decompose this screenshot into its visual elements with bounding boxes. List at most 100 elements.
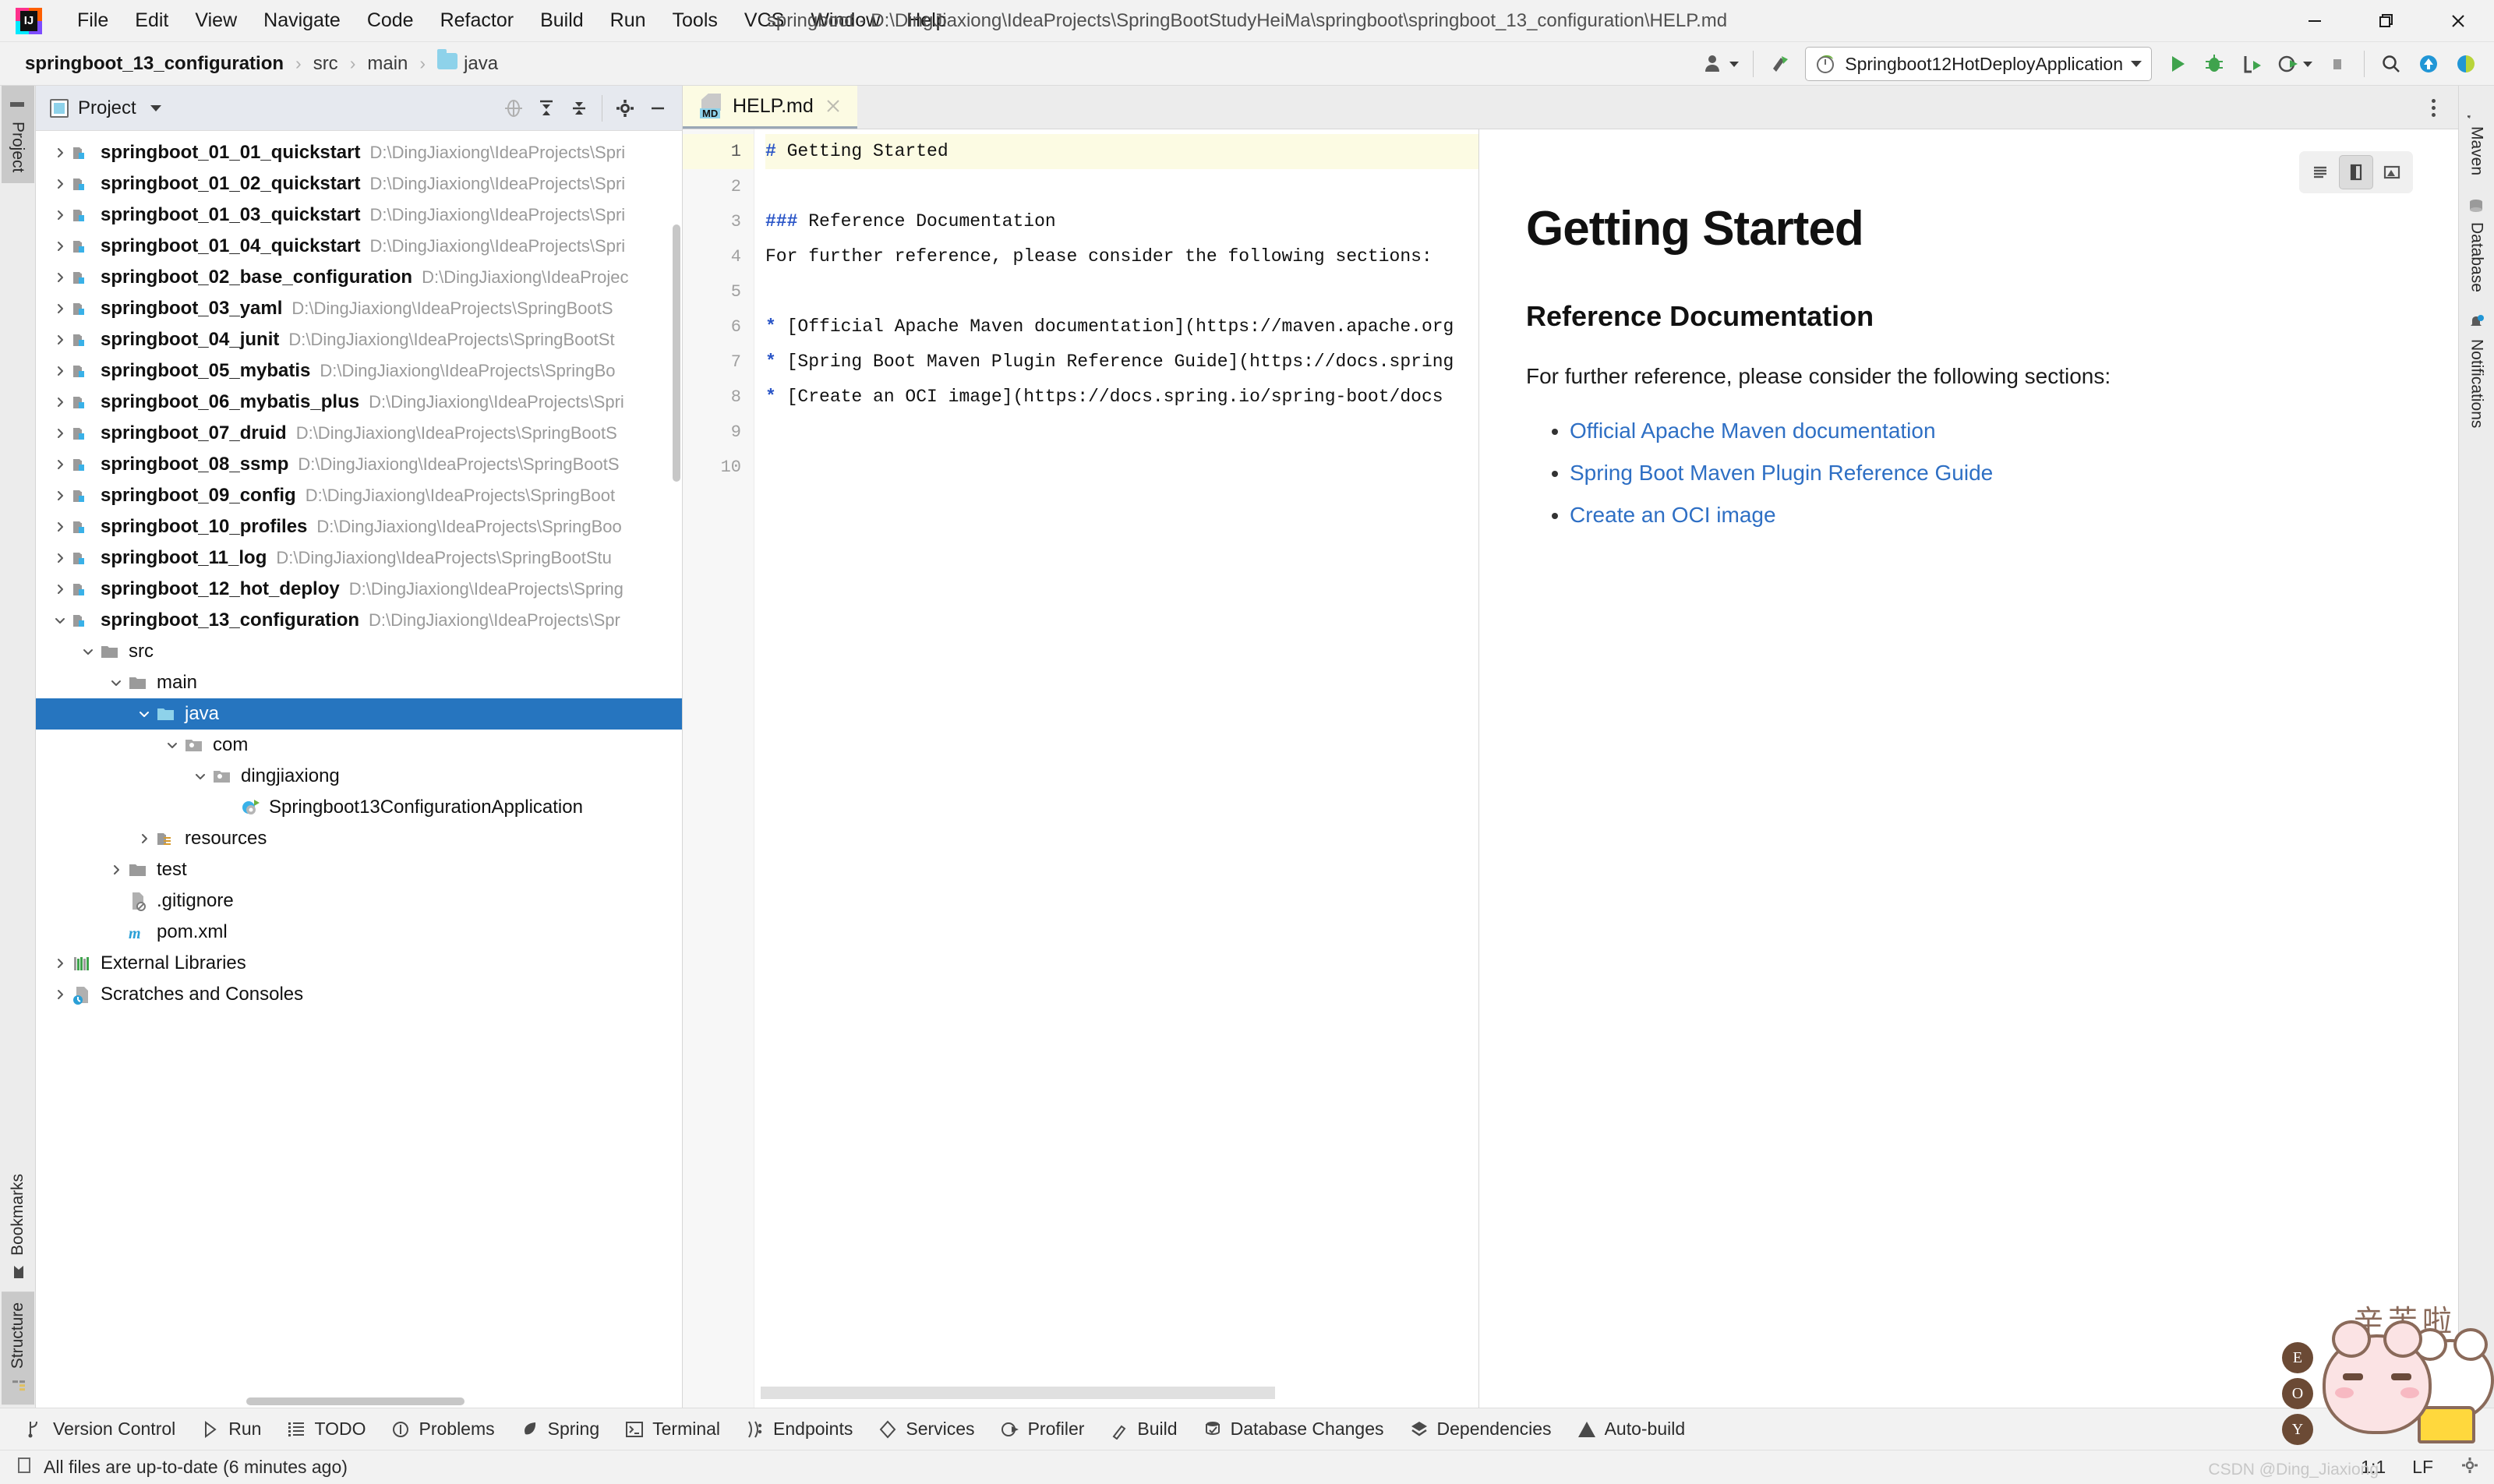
chevron-right-icon[interactable] — [50, 519, 70, 535]
tree-node-springboot-03-yaml[interactable]: springboot_03_yaml D:\DingJiaxiong\IdeaPr… — [36, 293, 682, 324]
toolwindow-button-services[interactable]: Services — [867, 1414, 985, 1444]
chevron-down-icon[interactable] — [78, 644, 98, 659]
options-gear-icon[interactable] — [609, 92, 641, 125]
hide-panel-button[interactable] — [641, 92, 674, 125]
tree-node-springboot-01-04-quickstart[interactable]: springboot_01_04_quickstart D:\DingJiaxio… — [36, 231, 682, 262]
sidebar-item-database[interactable]: Database — [2460, 186, 2493, 303]
run-configuration-selector[interactable]: Springboot12HotDeployApplication — [1805, 47, 2152, 81]
tree-node-springboot-01-01-quickstart[interactable]: springboot_01_01_quickstart D:\DingJiaxio… — [36, 137, 682, 168]
toolwindow-button-terminal[interactable]: Terminal — [613, 1414, 731, 1444]
toolwindow-button-problems[interactable]: Problems — [380, 1414, 505, 1444]
code-line[interactable] — [765, 169, 1478, 204]
toolwindow-button-auto-build[interactable]: Auto-build — [1566, 1414, 1697, 1444]
code-line[interactable]: # Getting Started — [765, 134, 1478, 169]
tree-node-resources[interactable]: resources — [36, 823, 682, 854]
sidebar-item-bookmarks[interactable]: Bookmarks — [2, 1163, 34, 1291]
tree-node-springboot-08-ssmp[interactable]: springboot_08_ssmp D:\DingJiaxiong\IdeaPr… — [36, 449, 682, 480]
run-with-coverage-button[interactable] — [2234, 47, 2269, 81]
tree-node-main[interactable]: main — [36, 667, 682, 698]
tree-node-springboot-07-druid[interactable]: springboot_07_druid D:\DingJiaxiong\IdeaP… — [36, 418, 682, 449]
tree-node-com[interactable]: com — [36, 730, 682, 761]
select-opened-file-button[interactable] — [497, 92, 530, 125]
run-button[interactable] — [2160, 47, 2194, 81]
tree-node-scratches-and-consoles[interactable]: Scratches and Consoles — [36, 979, 682, 1010]
tree-node-pom-xml[interactable]: m pom.xml — [36, 917, 682, 948]
code-line[interactable]: * [Spring Boot Maven Plugin Reference Gu… — [765, 344, 1478, 380]
code-line[interactable]: * [Official Apache Maven documentation](… — [765, 309, 1478, 344]
tree-node-external-libraries[interactable]: External Libraries — [36, 948, 682, 979]
tree-node-springboot-02-base-configuration[interactable]: springboot_02_base_configuration D:\DingJ… — [36, 262, 682, 293]
chevron-right-icon[interactable] — [50, 270, 70, 285]
tree-vertical-scrollbar[interactable] — [673, 224, 680, 482]
tree-node-springboot-13-configuration[interactable]: springboot_13_configuration D:\DingJiaxio… — [36, 605, 682, 636]
breadcrumb-item-java[interactable]: java — [431, 48, 504, 77]
toolwindow-button-database-changes[interactable]: Database Changes — [1192, 1414, 1395, 1444]
toolwindow-button-profiler[interactable]: Profiler — [989, 1414, 1096, 1444]
tree-node-java[interactable]: java — [36, 698, 682, 730]
sidebar-item-structure[interactable]: Structure — [1, 1291, 34, 1404]
chevron-right-icon[interactable] — [50, 301, 70, 316]
chevron-right-icon[interactable] — [50, 457, 70, 472]
tree-node-springboot-06-mybatis-plus[interactable]: springboot_06_mybatis_plus D:\DingJiaxion… — [36, 387, 682, 418]
chevron-down-icon[interactable] — [50, 613, 70, 628]
sidebar-item-maven[interactable]: m Maven — [2460, 90, 2493, 186]
updates-button[interactable] — [2411, 47, 2446, 81]
code-line[interactable] — [765, 415, 1478, 450]
tree-horizontal-scrollbar[interactable] — [36, 1397, 682, 1408]
preview-link[interactable]: Spring Boot Maven Plugin Reference Guide — [1570, 461, 2411, 486]
tree-node--gitignore[interactable]: .gitignore — [36, 885, 682, 917]
settings-sync-icon[interactable] — [2449, 47, 2483, 81]
code-line[interactable]: * [Create an OCI image](https://docs.spr… — [765, 380, 1478, 415]
menu-tools[interactable]: Tools — [659, 5, 731, 37]
caret-position[interactable]: 1:1 — [2361, 1457, 2386, 1478]
menu-edit[interactable]: Edit — [122, 5, 182, 37]
chevron-down-icon[interactable] — [150, 104, 161, 111]
chevron-right-icon[interactable] — [50, 238, 70, 254]
chevron-right-icon[interactable] — [50, 176, 70, 192]
toolwindow-button-dependencies[interactable]: Dependencies — [1398, 1414, 1563, 1444]
chevron-right-icon[interactable] — [134, 831, 154, 846]
preview-link[interactable]: Create an OCI image — [1570, 503, 2411, 528]
menu-file[interactable]: File — [64, 5, 122, 37]
tree-node-springboot-09-config[interactable]: springboot_09_config D:\DingJiaxiong\Idea… — [36, 480, 682, 511]
close-icon[interactable] — [823, 96, 843, 116]
view-mode-editor-only-button[interactable] — [2303, 155, 2337, 189]
tree-node-springboot-01-02-quickstart[interactable]: springboot_01_02_quickstart D:\DingJiaxio… — [36, 168, 682, 200]
chevron-down-icon[interactable] — [134, 706, 154, 722]
more-options-icon[interactable] — [2418, 92, 2449, 123]
toolwindow-button-build[interactable]: Build — [1098, 1414, 1188, 1444]
sidebar-item-project[interactable]: Project — [1, 86, 34, 184]
profile-button[interactable] — [2272, 47, 2317, 81]
menu-code[interactable]: Code — [354, 5, 427, 37]
breadcrumb-item-src[interactable]: src — [307, 51, 344, 77]
chevron-down-icon[interactable] — [190, 768, 210, 784]
tree-node-springboot-12-hot-deploy[interactable]: springboot_12_hot_deploy D:\DingJiaxiong\… — [36, 574, 682, 605]
restore-button[interactable] — [2351, 0, 2422, 42]
tree-node-dingjiaxiong[interactable]: dingjiaxiong — [36, 761, 682, 792]
tree-node-springboot13configurationapplication[interactable]: Springboot13ConfigurationApplication — [36, 792, 682, 823]
tree-node-springboot-01-03-quickstart[interactable]: springboot_01_03_quickstart D:\DingJiaxio… — [36, 200, 682, 231]
menu-view[interactable]: View — [182, 5, 250, 37]
markdown-source-pane[interactable]: 1 2 3 4 5 6 7 8 9 10 # Getting Started ### Referen… — [683, 129, 1479, 1408]
toolwindow-button-version-control[interactable]: Version Control — [14, 1414, 186, 1444]
collapse-all-button[interactable] — [563, 92, 595, 125]
stop-button[interactable] — [2320, 47, 2354, 81]
chevron-right-icon[interactable] — [106, 862, 126, 878]
expand-all-button[interactable] — [530, 92, 563, 125]
chevron-right-icon[interactable] — [50, 363, 70, 379]
project-tree[interactable]: springboot_01_01_quickstart D:\DingJiaxio… — [36, 131, 682, 1408]
chevron-down-icon[interactable] — [106, 675, 126, 691]
tree-node-springboot-10-profiles[interactable]: springboot_10_profiles D:\DingJiaxiong\Id… — [36, 511, 682, 542]
toolwindow-button-run[interactable]: Run — [189, 1414, 272, 1444]
chevron-down-icon[interactable] — [162, 737, 182, 753]
chevron-right-icon[interactable] — [50, 207, 70, 223]
code-line[interactable]: For further reference, please consider t… — [765, 239, 1478, 274]
toolwindow-button-endpoints[interactable]: Endpoints — [734, 1414, 864, 1444]
menu-navigate[interactable]: Navigate — [250, 5, 354, 37]
toolwindow-button-todo[interactable]: TODO — [275, 1414, 376, 1444]
line-separator[interactable]: LF — [2412, 1457, 2433, 1478]
chevron-right-icon[interactable] — [50, 394, 70, 410]
code-line[interactable] — [765, 274, 1478, 309]
close-button[interactable] — [2422, 0, 2494, 42]
tree-node-springboot-05-mybatis[interactable]: springboot_05_mybatis D:\DingJiaxiong\Ide… — [36, 355, 682, 387]
